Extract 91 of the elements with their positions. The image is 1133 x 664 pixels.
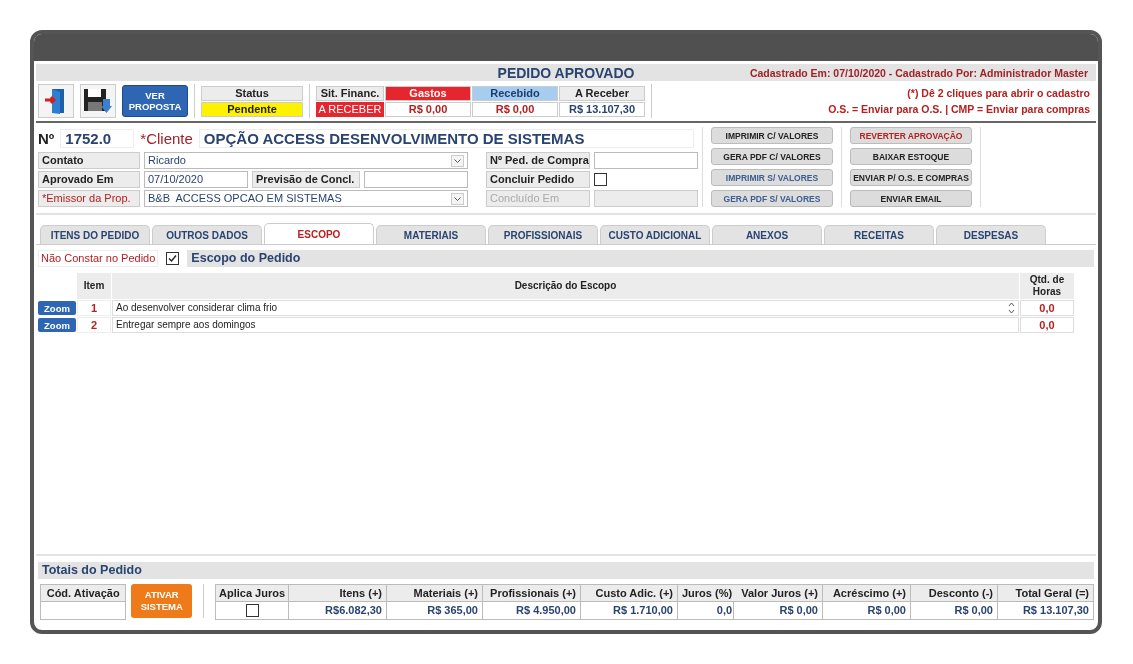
action-button[interactable]: ENVIAR P/ O.S. E COMPRAS	[850, 169, 972, 186]
total-value: R$ 0,00	[778, 603, 819, 618]
description-text: Entregar sempre aos domingos	[116, 318, 256, 332]
table-cell: 1	[77, 300, 111, 316]
tab[interactable]: ITENS DO PEDIDO	[40, 225, 150, 244]
date-field[interactable]: 07/10/2020	[144, 171, 248, 188]
exit-door-icon[interactable]	[38, 84, 74, 118]
tab[interactable]: OUTROS DADOS	[152, 225, 262, 244]
total-value: R$ 13.107,30	[1021, 603, 1090, 618]
number-label: Nº	[38, 129, 55, 147]
spinner-icon[interactable]	[1008, 302, 1015, 314]
total-value: R$ 0,00	[953, 603, 994, 618]
date-field[interactable]	[594, 190, 698, 207]
field-label: Concluído Em	[486, 190, 590, 207]
total-value: R$ 365,00	[426, 603, 479, 618]
field-label: Previsão de Concl.	[252, 171, 360, 188]
column-header: Juros (%)	[678, 585, 737, 602]
description-text: Ao desenvolver considerar clima frio	[116, 301, 278, 315]
order-number: 1752.0	[60, 128, 135, 148]
field-label: Concluir Pedido	[486, 171, 590, 188]
hint-text: (*) Dê 2 cliques para abrir o cadastro	[906, 86, 1090, 101]
save-icon[interactable]	[80, 84, 116, 118]
tab[interactable]: MATERIAIS	[376, 225, 486, 244]
checkbox[interactable]	[594, 173, 607, 186]
dropdown-icon[interactable]	[451, 192, 464, 205]
field-label: Contato	[38, 152, 140, 169]
tab[interactable]: DESPESAS	[936, 225, 1046, 244]
financial-value: R$ 0,00	[385, 101, 471, 117]
action-button[interactable]: ENVIAR EMAIL	[850, 190, 972, 207]
page-title: PEDIDO APROVADO	[497, 64, 635, 81]
column-header: Acréscimo (+)	[823, 585, 910, 602]
column-header: Desconto (-)	[911, 585, 997, 602]
column-header: Descrição do Escopo	[112, 273, 1019, 299]
column-header: Materiais (+)	[387, 585, 482, 602]
section-title: Totais do Pedido	[38, 562, 1094, 579]
tab[interactable]: RECEITAS	[824, 225, 934, 244]
checkbox[interactable]	[166, 252, 180, 265]
contact-select[interactable]: Ricardo	[144, 152, 468, 169]
column-header: Qtd. de Horas	[1020, 273, 1074, 299]
tab[interactable]: CUSTO ADICIONAL	[600, 225, 710, 244]
section-title: Escopo do Pedido	[187, 250, 1094, 267]
action-button[interactable]: GERA PDF C/ VALORES	[711, 148, 833, 165]
field-label: Aprovado Em	[38, 171, 140, 188]
table-cell: 2	[77, 317, 111, 333]
tab[interactable]: PROFISSIONAIS	[488, 225, 598, 244]
client-name: OPÇÃO ACCESS DESENVOLVIMENTO DE SISTEMAS	[198, 128, 694, 148]
date-field[interactable]	[364, 171, 468, 188]
column-header: Profissionais (+)	[483, 585, 580, 602]
financial-value: R$ 13.107,30	[559, 101, 645, 117]
action-button[interactable]: REVERTER APROVAÇÃO	[850, 127, 972, 144]
financial-header: Recebido	[472, 85, 558, 101]
registration-info: Cadastrado Em: 07/10/2020 - Cadastrado Por: Administrador Master	[749, 66, 1088, 79]
zoom-button[interactable]: Zoom	[38, 318, 76, 332]
column-header: Aplica Juros	[216, 585, 288, 602]
total-value: 0,0	[715, 603, 734, 618]
dropdown-icon[interactable]	[451, 154, 464, 167]
column-header: Itens (+)	[289, 585, 386, 602]
exclude-label: Não Constar no Pedido	[38, 250, 159, 267]
total-value: R$ 1.710,00	[612, 603, 674, 618]
action-button[interactable]: IMPRIMIR C/ VALORES	[711, 127, 833, 144]
field-label: *Emissor da Prop.	[38, 190, 140, 207]
action-button[interactable]: IMPRIMIR S/ VALORES	[711, 169, 833, 186]
zoom-button[interactable]: Zoom	[38, 301, 76, 315]
total-value: R$6.082,30	[324, 603, 383, 618]
financial-status: A RECEBER	[316, 101, 384, 117]
column-header: Valor Juros (+)	[734, 585, 822, 602]
client-label[interactable]: *Cliente	[140, 129, 193, 147]
status-value: Pendente	[201, 101, 303, 117]
input-field[interactable]	[594, 152, 698, 169]
tab[interactable]: ESCOPO	[264, 223, 374, 244]
total-value: R$ 4.950,00	[515, 603, 577, 618]
table-cell: 0,0	[1020, 300, 1074, 316]
hint-text: O.S. = Enviar para O.S. | CMP = Enviar para compras	[828, 102, 1090, 117]
field-label: Nº Ped. de Compra	[486, 152, 590, 169]
checkbox[interactable]	[245, 604, 259, 617]
financial-value: R$ 0,00	[472, 101, 558, 117]
total-value: R$ 0,00	[866, 603, 907, 618]
table-cell: 0,0	[1020, 317, 1074, 333]
status-label: Status	[201, 85, 303, 101]
view-proposal-button[interactable]: VER PROPOSTA	[122, 85, 188, 117]
financial-header: Gastos	[385, 85, 471, 101]
issuer-select[interactable]: B&B ACCESS OPCAO EM SISTEMAS	[144, 190, 468, 207]
financial-header: A Receber	[559, 85, 645, 101]
action-button[interactable]: BAIXAR ESTOQUE	[850, 148, 972, 165]
tab[interactable]: ANEXOS	[712, 225, 822, 244]
financial-label: Sit. Financ.	[316, 85, 384, 101]
action-button[interactable]: GERA PDF S/ VALORES	[711, 190, 833, 207]
column-header: Total Geral (=)	[998, 585, 1093, 602]
column-header: Item	[77, 273, 111, 299]
activation-code-field[interactable]: Cód. Ativação	[40, 584, 127, 620]
column-header: Custo Adic. (+)	[581, 585, 677, 602]
